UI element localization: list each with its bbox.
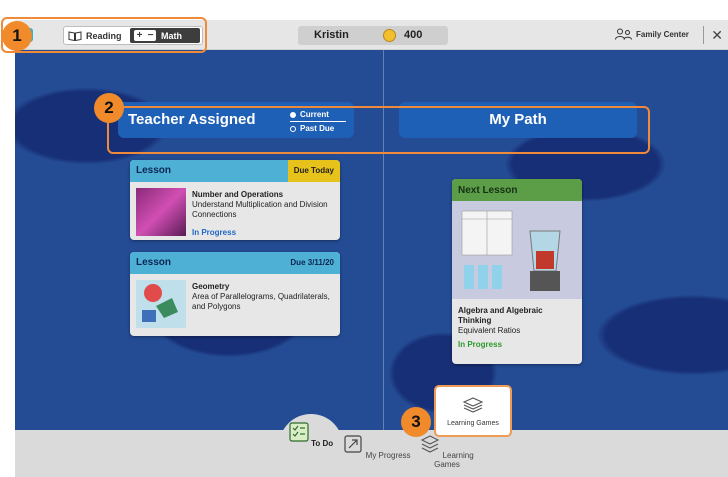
next-lesson-card[interactable]: Next Lesson Algebra and Algebraic Thinki… [452, 179, 582, 364]
lesson-subtitle: Understand Multiplication and Division C… [192, 200, 328, 219]
next-lesson-header: Next Lesson [452, 179, 582, 201]
lesson-card-header: Lesson Due 3/11/20 [130, 252, 340, 274]
nav-my-progress-label: My Progress [365, 451, 411, 460]
nav-todo[interactable]: To Do [276, 422, 346, 448]
family-icon [615, 28, 632, 40]
lesson-card[interactable]: Lesson Due Today Number and Operations U… [130, 160, 340, 240]
coin-count: 400 [404, 29, 423, 41]
family-center-button[interactable]: Family Center [615, 28, 689, 40]
lesson-card-type: Lesson [136, 257, 172, 268]
next-lesson-status: In Progress [458, 340, 503, 349]
next-lesson-thumbnail [452, 201, 582, 299]
callout-box-2 [107, 106, 650, 154]
lesson-card-type: Lesson [136, 165, 172, 176]
games-icon [462, 397, 484, 413]
next-lesson-title: Algebra and Algebraic Thinking [458, 306, 543, 325]
lesson-thumbnail [136, 280, 186, 328]
user-info-pill: Kristin 400 [298, 26, 448, 45]
progress-arrow-icon [344, 435, 363, 453]
nav-my-progress[interactable]: My Progress [342, 434, 412, 460]
lesson-title: Number and Operations [192, 190, 284, 199]
learning-games-popup-label: Learning Games [447, 420, 499, 427]
coin-icon [383, 29, 396, 42]
due-badge: Due Today [287, 160, 340, 182]
lesson-subtitle: Area of Parallelograms, Quadrilaterals, … [192, 292, 330, 311]
nav-learning-games[interactable]: Learning Games [412, 434, 482, 469]
lesson-card-header: Lesson Due Today [130, 160, 340, 182]
lesson-title: Geometry [192, 282, 230, 291]
lesson-card-text: Geometry Area of Parallelograms, Quadril… [192, 282, 334, 312]
user-name: Kristin [314, 29, 349, 41]
nav-learning-games-label: Learning Games [434, 451, 474, 469]
bottom-nav: To Do My Progress Learning Games [15, 414, 728, 477]
next-lesson-subtitle: Equivalent Ratios [458, 326, 521, 335]
todo-list-icon [289, 422, 309, 442]
blender-ratio-thumbnail-icon [461, 210, 561, 291]
geometry-thumbnail-icon [142, 284, 178, 322]
nav-todo-label: To Do [311, 439, 334, 448]
lesson-status: In Progress [192, 228, 237, 237]
due-badge: Due 3/11/20 [290, 258, 334, 267]
games-icon [421, 435, 440, 453]
lesson-card[interactable]: Lesson Due 3/11/20 Geometry Area of Para… [130, 252, 340, 336]
family-center-label: Family Center [636, 29, 689, 39]
lesson-thumbnail [136, 188, 186, 236]
app-frame: Reading + − Math Kristin 400 Family Cente… [15, 20, 728, 477]
callout-number: 2 [94, 93, 124, 123]
next-lesson-text: Algebra and Algebraic Thinking Equivalen… [458, 306, 578, 350]
close-icon[interactable]: ✕ [703, 26, 723, 44]
callout-number: 3 [401, 407, 431, 437]
lesson-card-text: Number and Operations Understand Multipl… [192, 190, 334, 220]
callout-number: 1 [2, 21, 32, 51]
learning-games-popup[interactable]: Learning Games [434, 385, 512, 437]
